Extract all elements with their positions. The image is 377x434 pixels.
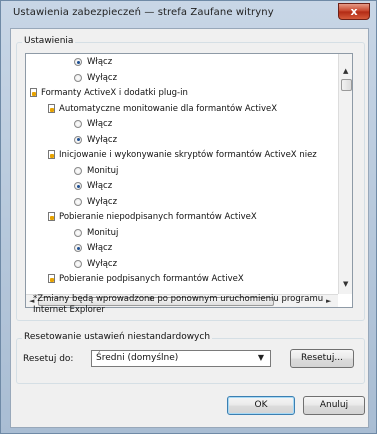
dialog-window: Ustawienia zabezpieczeń — strefa Zaufane… xyxy=(0,0,377,434)
vertical-scrollbar[interactable]: ▲ ▼ xyxy=(338,54,352,294)
radio-option-label: Wyłącz xyxy=(87,134,118,145)
scroll-down-icon[interactable]: ▼ xyxy=(343,279,348,289)
radio-option-label: Wyłącz xyxy=(87,196,118,207)
radio-unchecked-icon[interactable] xyxy=(74,197,82,206)
settings-feature-label: Inicjowanie i wykonywanie skryptów forma… xyxy=(59,150,317,160)
radio-option-label: Wyłącz xyxy=(87,72,118,83)
close-button[interactable]: x xyxy=(338,3,370,20)
radio-unchecked-icon[interactable] xyxy=(74,228,82,237)
settings-page-icon xyxy=(30,88,37,97)
dialog-client-area: Ustawienia Włącz Wyłącz Formanty ActiveX i… xyxy=(10,28,369,428)
settings-feature-label: Pobieranie podpisanych formantów ActiveX xyxy=(59,274,244,284)
radio-option-label: Wyłącz xyxy=(87,258,118,269)
chevron-down-icon: ▼ xyxy=(257,353,264,362)
settings-page-icon xyxy=(48,212,55,221)
radio-checked-icon[interactable] xyxy=(74,244,82,252)
window-title: Ustawienia zabezpieczeń — strefa Zaufane… xyxy=(13,7,274,18)
reset-button[interactable]: Resetuj... xyxy=(290,349,354,368)
settings-page-icon xyxy=(48,150,55,159)
reset-group-title: Resetowanie ustawień niestandardowych xyxy=(22,332,213,342)
vertical-scroll-thumb[interactable] xyxy=(341,79,352,91)
scroll-up-icon[interactable]: ▲ xyxy=(343,66,348,76)
settings-group-title: Ustawienia xyxy=(22,36,76,46)
radio-unchecked-icon[interactable] xyxy=(74,259,82,268)
radio-option-label: Monituj xyxy=(87,165,119,176)
radio-option-label: Włącz xyxy=(87,57,113,67)
restart-note: *Zmiany będą wprowadzone po ponownym uru… xyxy=(33,294,324,315)
radio-unchecked-icon[interactable] xyxy=(74,73,82,82)
radio-checked-icon[interactable] xyxy=(74,58,82,66)
radio-checked-icon[interactable] xyxy=(74,182,82,190)
radio-unchecked-icon[interactable] xyxy=(74,166,82,175)
radio-unchecked-icon[interactable] xyxy=(74,120,82,128)
title-bar[interactable]: Ustawienia zabezpieczeń — strefa Zaufane… xyxy=(1,1,377,26)
security-level-select[interactable]: Średni (domyślne) ▼ xyxy=(91,350,271,367)
radio-option-label: Monituj xyxy=(87,227,119,238)
radio-option-label: Włącz xyxy=(87,181,113,191)
settings-category-label: Formanty ActiveX i dodatki plug-in xyxy=(41,88,188,98)
radio-option-label: Włącz xyxy=(87,243,113,253)
close-icon: x xyxy=(350,5,358,18)
settings-page-icon xyxy=(48,103,55,113)
ok-button[interactable]: OK xyxy=(227,396,295,415)
settings-page-icon xyxy=(48,274,55,283)
reset-to-label: Resetuj do: xyxy=(23,354,74,364)
radio-option-label: Włącz xyxy=(87,119,113,129)
security-level-value: Średni (domyślne) xyxy=(96,353,179,363)
cancel-button[interactable]: Anuluj xyxy=(303,396,365,415)
radio-checked-icon[interactable] xyxy=(74,135,82,144)
settings-list[interactable]: Włącz Wyłącz Formanty ActiveX i dodatki pl… xyxy=(25,53,353,308)
settings-feature-label: Automatyczne monitowanie dla formantów A… xyxy=(59,103,278,114)
settings-feature-label: Pobieranie niepodpisanych formantów Acti… xyxy=(59,212,257,222)
